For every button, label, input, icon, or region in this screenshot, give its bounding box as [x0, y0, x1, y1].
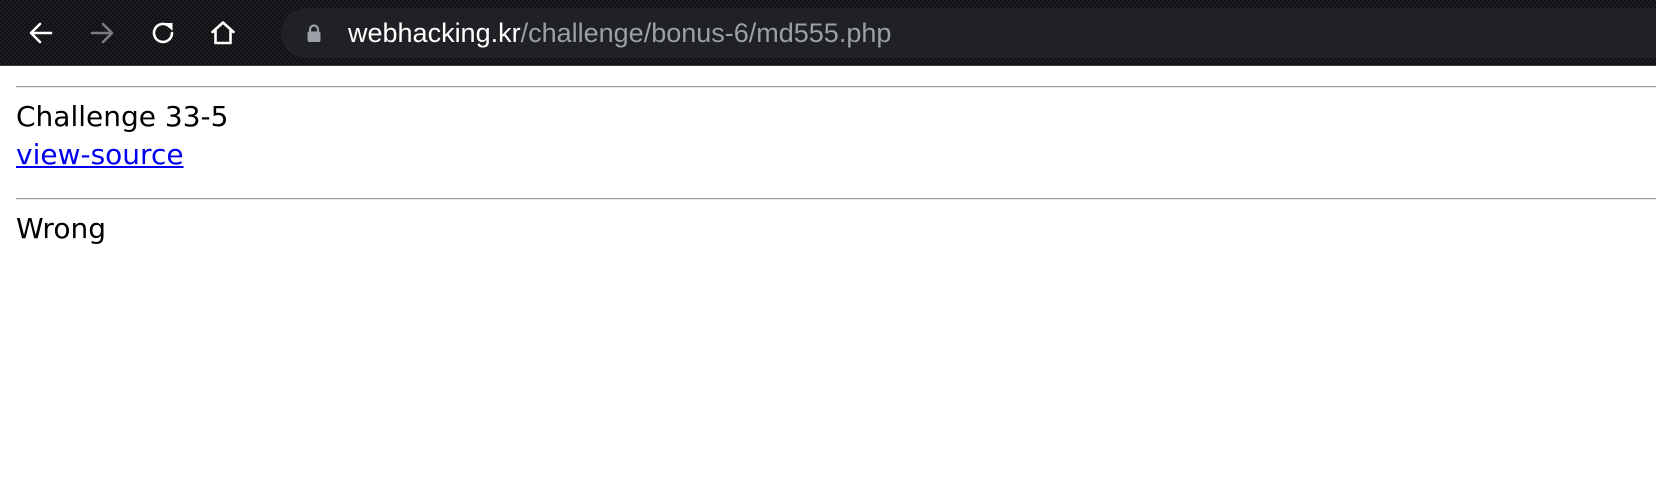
address-bar[interactable]: webhacking.kr/challenge/bonus-6/md555.ph…	[281, 8, 1656, 58]
forward-button[interactable]	[82, 13, 122, 53]
arrow-left-icon	[29, 22, 53, 44]
divider-bottom	[16, 198, 1656, 200]
url-text[interactable]: webhacking.kr/challenge/bonus-6/md555.ph…	[348, 8, 891, 58]
home-button[interactable]	[203, 13, 243, 53]
page-title: Challenge 33-5	[16, 100, 229, 133]
reload-icon	[152, 22, 174, 44]
back-button[interactable]	[21, 13, 61, 53]
url-path: /challenge/bonus-6/md555.php	[520, 18, 892, 48]
divider-top	[16, 86, 1656, 88]
lock-icon[interactable]	[305, 23, 323, 43]
arrow-right-icon	[90, 22, 114, 44]
browser-toolbar: webhacking.kr/challenge/bonus-6/md555.ph…	[0, 0, 1656, 66]
reload-button[interactable]	[143, 13, 183, 53]
view-source-link[interactable]: view-source	[16, 136, 184, 174]
result-text: Wrong	[16, 212, 106, 245]
home-icon	[211, 21, 235, 45]
url-host: webhacking.kr	[348, 18, 521, 48]
